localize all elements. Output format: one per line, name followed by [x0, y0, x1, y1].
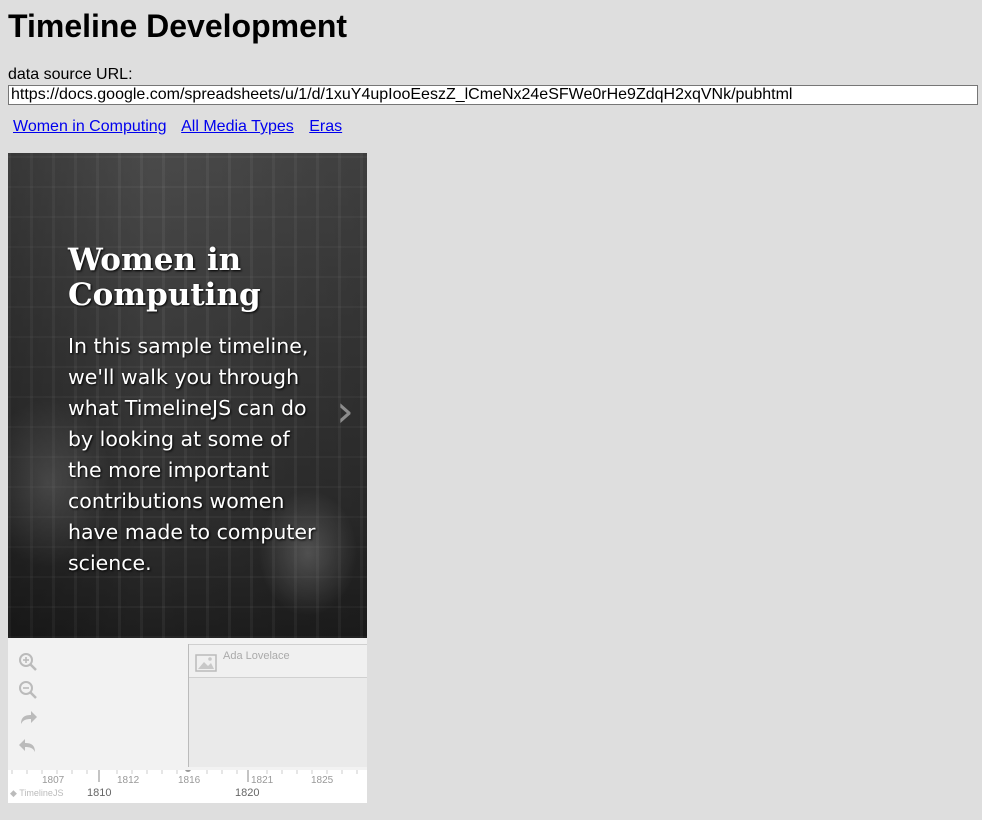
zoom-in-icon[interactable] — [18, 652, 38, 672]
marker-body — [189, 678, 367, 767]
source-url-input[interactable] — [8, 85, 978, 105]
axis-major-label: 1820 — [235, 787, 260, 799]
marker-flag: Ada Lovelace — [189, 644, 367, 678]
axis-tick-label: 1812 — [117, 775, 140, 786]
timeline-marker-ada-lovelace[interactable]: Ada Lovelace — [188, 644, 367, 767]
example-links: Women in Computing All Media Types Eras — [13, 117, 353, 137]
axis-tick-label: 1821 — [251, 775, 274, 786]
next-arrow-icon[interactable]: › — [330, 389, 360, 435]
slide-headline: Women in Computing — [68, 242, 261, 313]
timelinejs-brand[interactable]: ◆ TimelineJS — [10, 788, 63, 799]
axis-major-label: 1810 — [87, 787, 112, 799]
title-slide: Women in Computing In this sample timeli… — [8, 153, 367, 638]
marker-label: Ada Lovelace — [223, 650, 290, 662]
link-all-media-types[interactable]: All Media Types — [181, 118, 294, 135]
image-icon — [195, 654, 217, 672]
brand-text: TimelineJS — [19, 788, 64, 798]
axis-tick-label: 1825 — [311, 775, 334, 786]
time-axis: 1807 1812 1816 1821 1825 1810 1820 ◆ Tim… — [8, 770, 367, 803]
source-url-label: data source URL: — [8, 66, 133, 83]
link-women-in-computing[interactable]: Women in Computing — [13, 118, 167, 135]
back-icon[interactable] — [18, 736, 38, 756]
axis-tick-label: 1807 — [42, 775, 65, 786]
link-eras[interactable]: Eras — [309, 118, 342, 135]
forward-icon[interactable] — [18, 708, 38, 728]
timeline-embed: Women in Computing In this sample timeli… — [8, 153, 367, 803]
slide-text: In this sample timeline, we'll walk you … — [68, 334, 316, 575]
page-title: Timeline Development — [8, 8, 348, 44]
axis-tick-label: 1816 — [178, 775, 201, 786]
zoom-out-icon[interactable] — [18, 680, 38, 700]
